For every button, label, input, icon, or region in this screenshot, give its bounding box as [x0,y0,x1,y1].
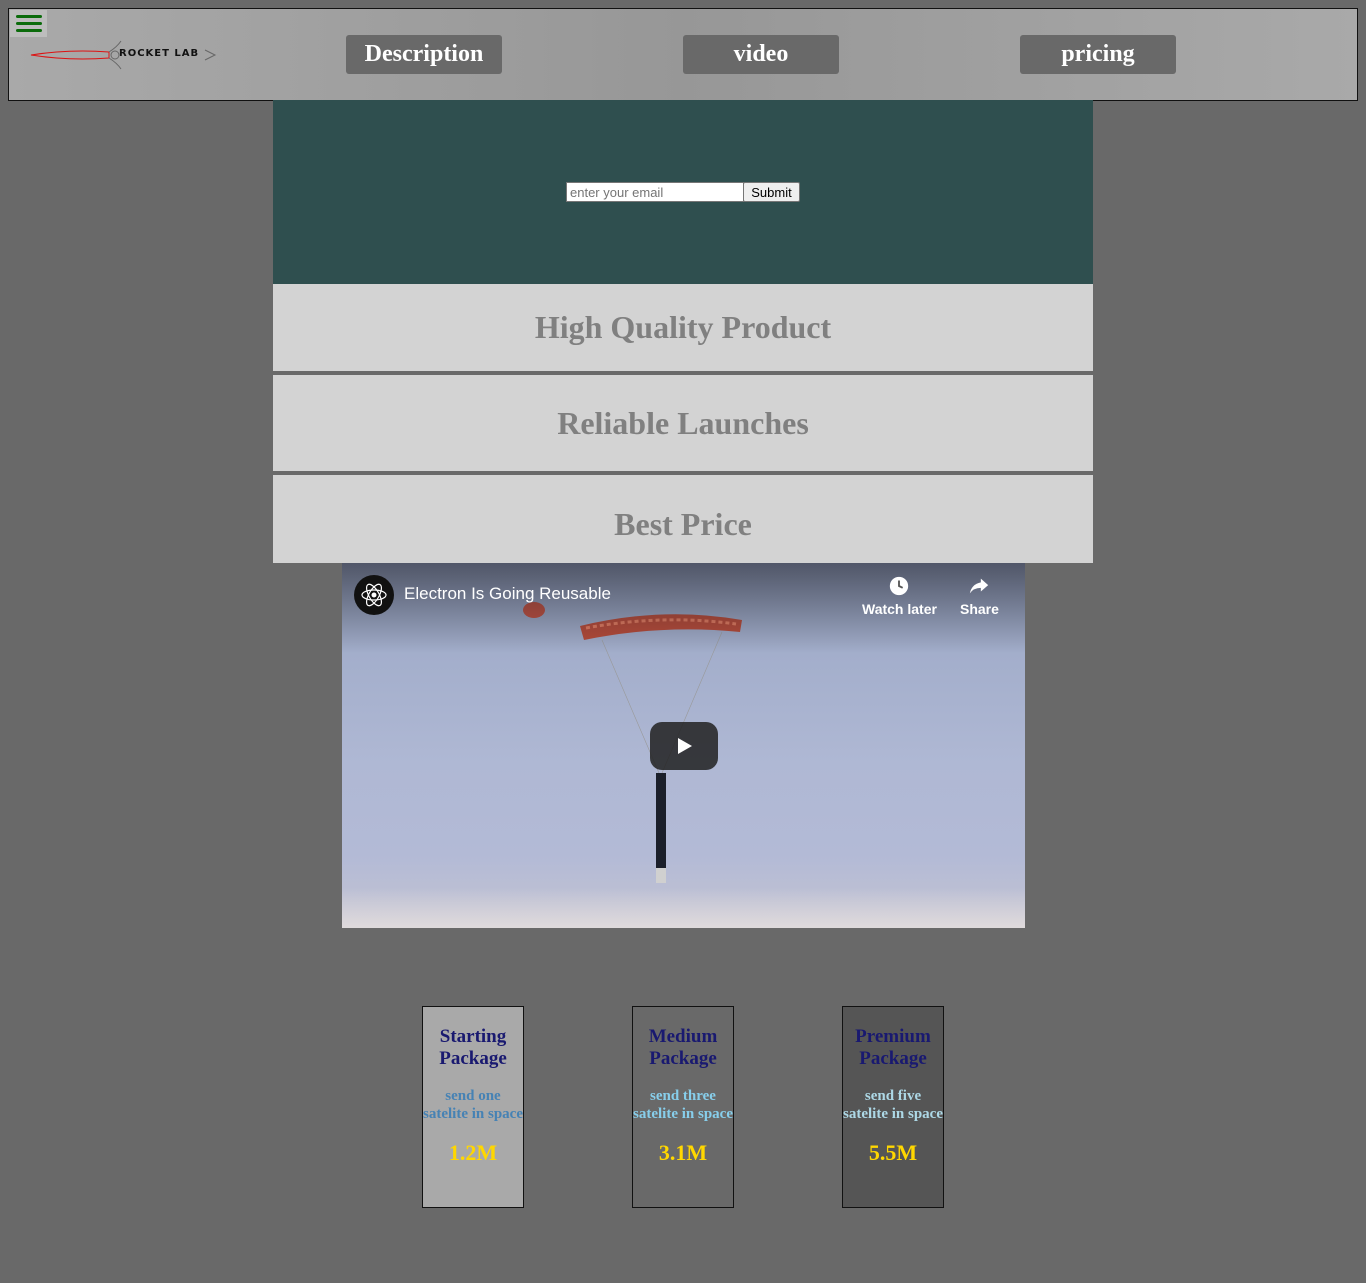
card-title: Premium Package [855,1026,931,1069]
feature-high-quality: High Quality Product [273,284,1093,371]
video-embed[interactable]: Electron Is Going Reusable Watch later S… [342,563,1025,928]
top-nav-bar: ROCKET LAB Description video pricing [8,8,1358,101]
play-icon [678,738,692,754]
card-price: 5.5M [868,1140,918,1165]
submit-button[interactable]: Submit [743,182,800,202]
watch-later-button[interactable]: Watch later [862,575,937,617]
share-icon [970,578,989,594]
card-title: Medium Package [648,1026,718,1069]
card-title: Starting Package [439,1026,507,1069]
pricing-card-medium: Medium Package send three satelite in sp… [632,1006,734,1208]
video-title[interactable]: Electron Is Going Reusable [404,584,611,604]
card-description: send one satelite in space [423,1088,523,1122]
email-input[interactable] [566,182,744,202]
menu-icon[interactable] [10,10,47,37]
rocket-lab-logo[interactable]: ROCKET LAB [29,39,219,71]
clock-icon [890,576,909,596]
play-button[interactable] [650,722,718,770]
channel-avatar[interactable] [354,575,394,615]
card-price: 3.1M [658,1140,708,1165]
feature-best-price-label: Best Price [614,506,752,542]
email-signup-section: Submit [273,100,1093,284]
nav-video-button[interactable]: video [683,35,839,74]
card-price: 1.2M [448,1140,498,1165]
pricing-card-starting: Starting Package send one satelite in sp… [422,1006,524,1208]
card-description: send three satelite in space [633,1088,733,1122]
nav-description-button[interactable]: Description [346,35,502,74]
share-button[interactable]: Share [960,575,999,617]
pricing-card-premium: Premium Package send five satelite in sp… [842,1006,944,1208]
logo-text: ROCKET LAB [119,48,200,59]
nav-pricing-button[interactable]: pricing [1020,35,1176,74]
atom-icon [361,583,387,607]
card-description: send five satelite in space [843,1088,943,1122]
feature-best-price: Best Price [273,475,1093,563]
watch-later-label: Watch later [862,601,937,617]
feature-reliable-launches: Reliable Launches [273,375,1093,471]
share-label: Share [960,601,999,617]
